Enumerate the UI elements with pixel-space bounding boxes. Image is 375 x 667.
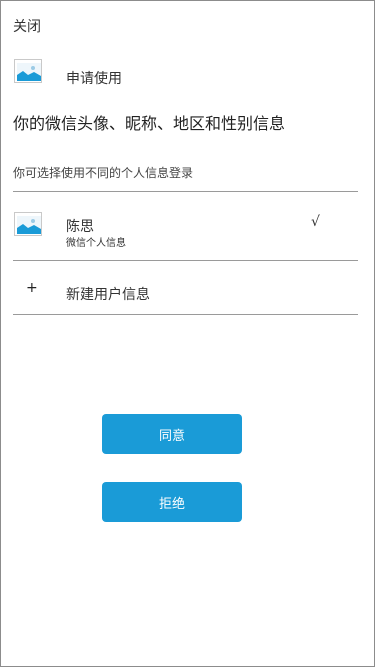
divider bbox=[13, 314, 358, 315]
profile-name: 陈思 bbox=[66, 219, 94, 235]
close-link[interactable]: 关闭 bbox=[13, 16, 41, 36]
permission-subtitle: 你可选择使用不同的个人信息登录 bbox=[13, 166, 194, 180]
new-profile-label: 新建用户信息 bbox=[66, 287, 150, 303]
plus-icon: + bbox=[26, 280, 38, 296]
selected-check-icon: √ bbox=[311, 214, 320, 230]
reject-button[interactable]: 拒绝 bbox=[102, 482, 242, 522]
app-image-icon bbox=[14, 59, 42, 83]
permission-headline: 你的微信头像、昵称、地区和性别信息 bbox=[13, 114, 286, 133]
profile-option-wechat[interactable]: 陈思 微信个人信息 √ bbox=[13, 192, 358, 260]
agree-button[interactable]: 同意 bbox=[102, 414, 242, 454]
profile-source: 微信个人信息 bbox=[66, 238, 126, 249]
avatar-image-icon bbox=[14, 212, 42, 236]
app-name: 申请使用 bbox=[66, 71, 122, 87]
authorization-screen: 关闭 申请使用 你的微信头像、昵称、地区和性别信息 你可选择使用不同的个人信息登… bbox=[0, 0, 375, 667]
new-profile-option[interactable]: + 新建用户信息 bbox=[13, 261, 358, 314]
